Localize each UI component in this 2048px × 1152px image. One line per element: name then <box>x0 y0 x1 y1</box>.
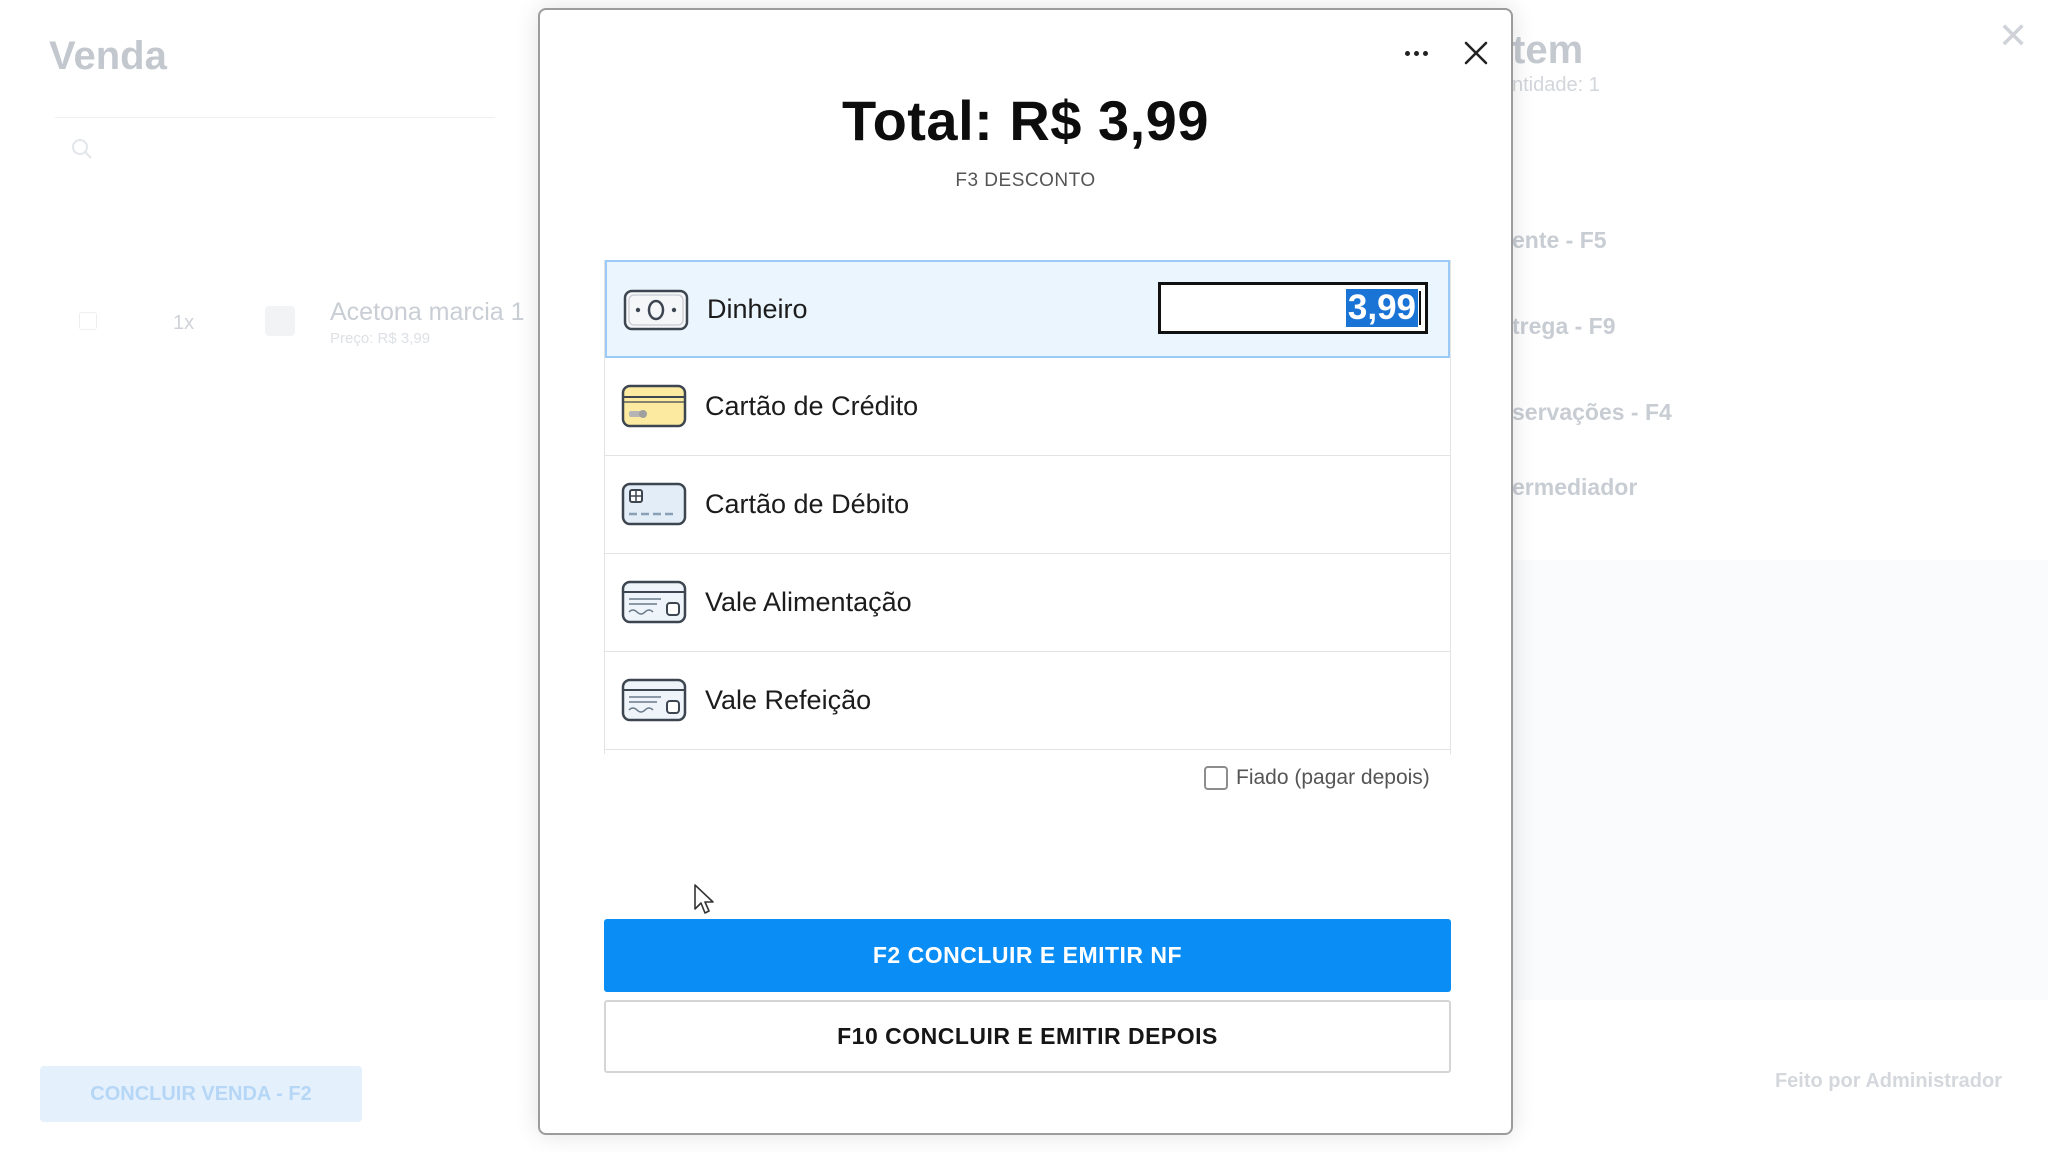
panel-item-client: ente - F5 <box>1512 227 1607 253</box>
more-options-icon[interactable] <box>1395 32 1437 74</box>
fiado-checkbox[interactable]: Fiado (pagar depois) <box>1204 766 1430 790</box>
amount-value: 3,99 <box>1345 288 1418 327</box>
background-panel <box>1512 560 2048 1000</box>
payment-method-label: Cartão de Crédito <box>705 391 919 421</box>
text-caret <box>1419 291 1421 325</box>
cash-amount-input[interactable]: 3,99 <box>1158 282 1428 334</box>
payment-method-label: Vale Refeição <box>705 685 872 715</box>
footer-credit: Feito por Administrador <box>1774 1070 2002 1092</box>
item-checkbox <box>79 312 97 330</box>
finish-emit-nf-button[interactable]: F2 CONCLUIR E EMITIR NF <box>604 919 1451 992</box>
meal-voucher-icon <box>621 580 687 624</box>
payment-modal: Total: R$ 3,99 F3 DESCONTO Dinheiro 3,99 <box>538 8 1513 1135</box>
item-price: Preço: R$ 3,99 <box>330 330 431 347</box>
discount-button[interactable]: F3 DESCONTO <box>540 170 1511 192</box>
cash-icon <box>623 289 689 331</box>
payment-method-credit-card[interactable]: Cartão de Crédito <box>605 358 1450 456</box>
mouse-pointer-icon <box>694 884 714 914</box>
payment-method-debit-card[interactable]: Cartão de Débito <box>605 456 1450 554</box>
item-panel-subtitle: ntidade: 1 <box>1512 74 1600 96</box>
payment-method-meal-voucher[interactable]: Vale Alimentação <box>605 554 1450 652</box>
payment-method-label: Dinheiro <box>707 293 808 324</box>
credit-card-icon <box>621 384 687 428</box>
search-divider <box>55 117 495 118</box>
sale-item-row: 1x Acetona marcia 1 Preço: R$ 3,99 <box>49 292 529 352</box>
payment-method-label: Vale Alimentação <box>705 587 912 617</box>
payment-method-label: Cartão de Débito <box>705 489 910 519</box>
panel-item-intermediary: ermediador <box>1512 474 1638 500</box>
item-name: Acetona marcia 1 <box>330 298 525 326</box>
payment-method-meal-ticket[interactable]: Vale Refeição <box>605 652 1450 750</box>
close-icon[interactable] <box>1455 32 1497 74</box>
panel-item-notes: servações - F4 <box>1512 399 1672 425</box>
checkbox-box[interactable] <box>1204 766 1228 790</box>
finish-emit-later-button[interactable]: F10 CONCLUIR E EMITIR DEPOIS <box>604 1000 1451 1073</box>
total-amount: Total: R$ 3,99 <box>842 89 1209 152</box>
debit-card-icon <box>621 482 687 526</box>
item-qty: 1x <box>173 312 195 334</box>
panel-item-delivery: trega - F9 <box>1512 313 1616 339</box>
item-panel-title: tem <box>1512 28 1584 72</box>
sale-title: Venda <box>49 34 167 78</box>
close-icon: ✕ <box>1998 15 2029 56</box>
payment-method-cash[interactable]: Dinheiro 3,99 <box>605 260 1450 358</box>
search-icon <box>72 139 92 159</box>
finish-sale-button: CONCLUIR VENDA - F2 <box>40 1066 362 1122</box>
meal-voucher-icon <box>621 678 687 722</box>
payment-methods-list: Dinheiro 3,99 Cartão de Crédito Cartão d… <box>604 260 1451 754</box>
item-image <box>265 306 295 336</box>
fiado-label: Fiado (pagar depois) <box>1236 766 1430 789</box>
